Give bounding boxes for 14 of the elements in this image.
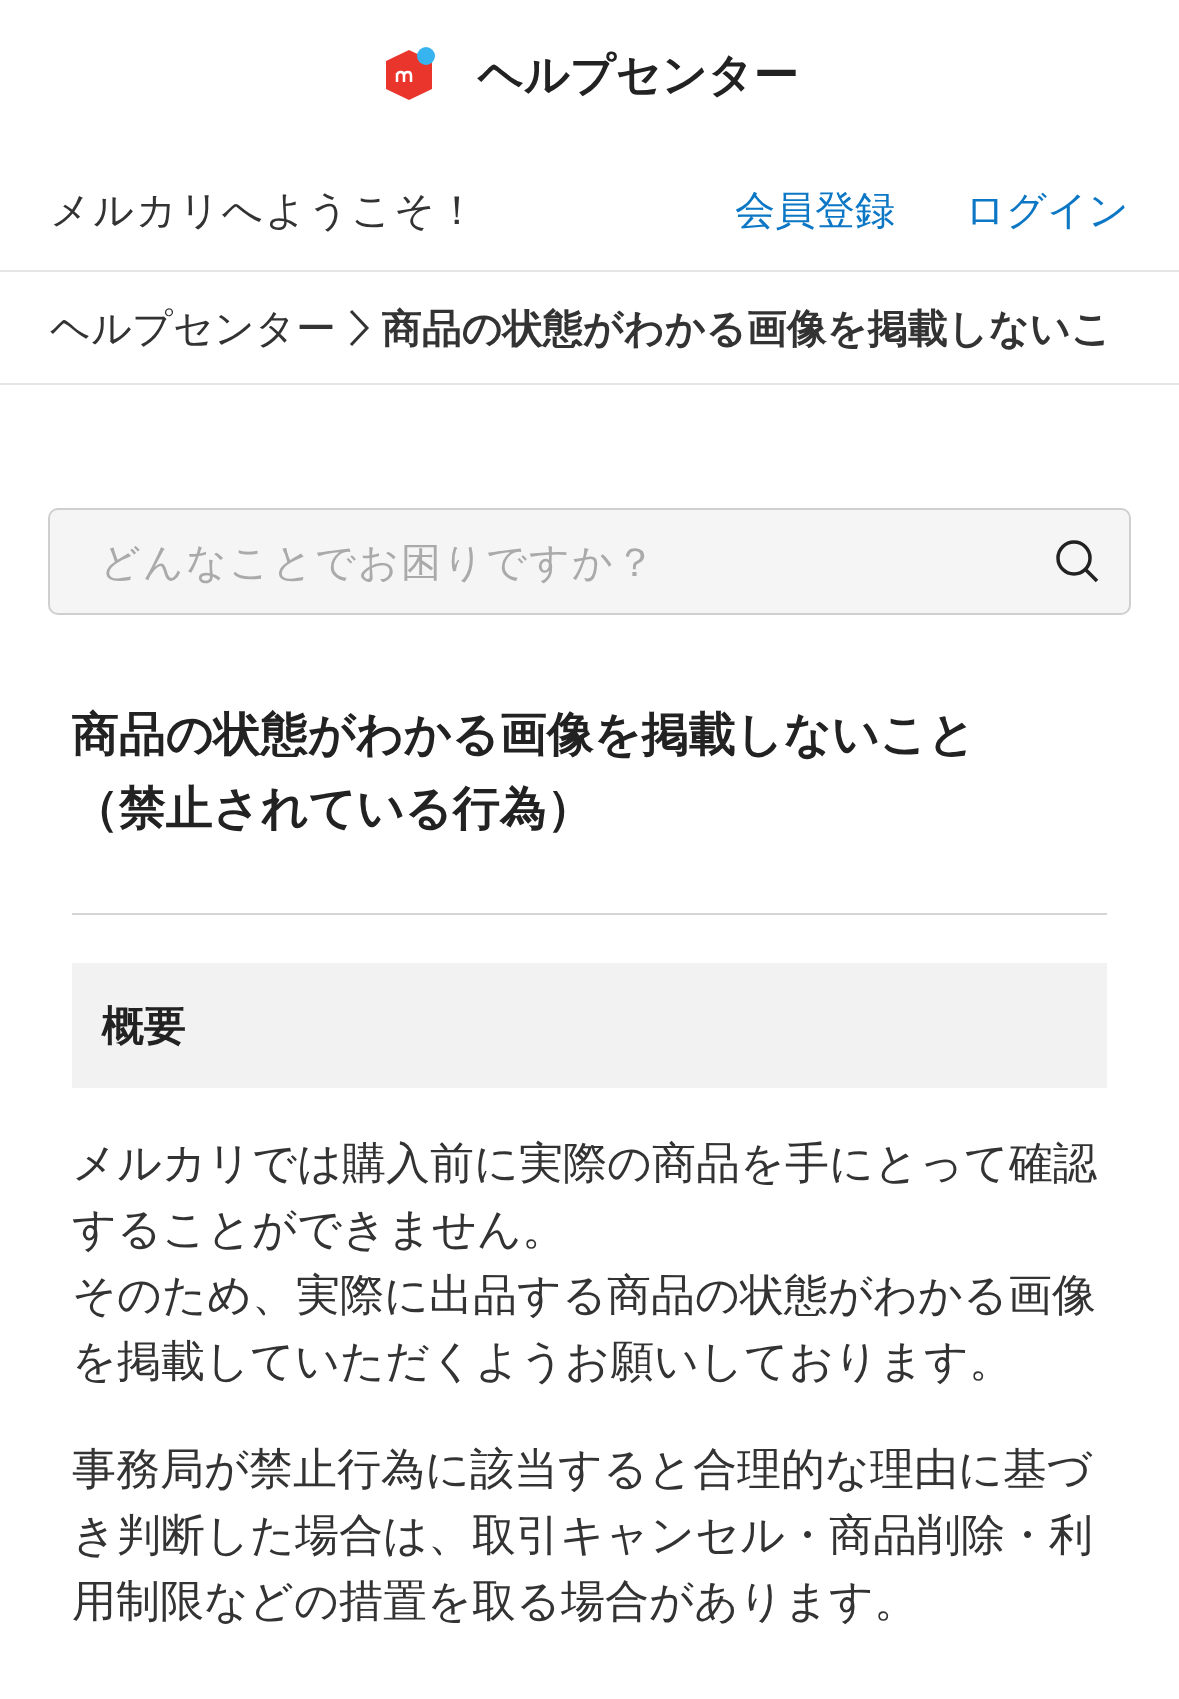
help-center-title: ヘルプセンター bbox=[478, 47, 799, 104]
article-sentence: そのため、実際に出品する商品の状態がわかる画像を掲載していただくようお願いしております。 bbox=[72, 1268, 1097, 1388]
register-link[interactable]: 会員登録 bbox=[735, 180, 895, 240]
article-sentence: メルカリでは購入前に実際の商品を手にとって確認することができません。 bbox=[72, 1136, 1098, 1256]
welcome-text: メルカリへようこそ！ bbox=[50, 186, 480, 235]
section-heading: 概要 bbox=[72, 963, 1107, 1088]
chevron-right-icon bbox=[348, 307, 370, 348]
login-link[interactable]: ログイン bbox=[965, 180, 1129, 240]
search-icon[interactable] bbox=[1053, 537, 1101, 585]
breadcrumb-current: 商品の状態がわかる画像を掲載しないこ bbox=[382, 303, 1112, 353]
article-title: 商品の状態がわかる画像を掲載しないこと（禁止されている行為） bbox=[72, 705, 977, 837]
search-field[interactable]: どんなことでお困りですか？ bbox=[48, 508, 1131, 615]
breadcrumb-link[interactable]: ヘルプセンター bbox=[50, 297, 336, 358]
article-sentence: 事務局が禁止行為に該当すると合理的な理由に基づき判断した場合は、取引キャンセル・商品削除・利用制限などの措置を取る場合があります。 bbox=[72, 1442, 1094, 1628]
